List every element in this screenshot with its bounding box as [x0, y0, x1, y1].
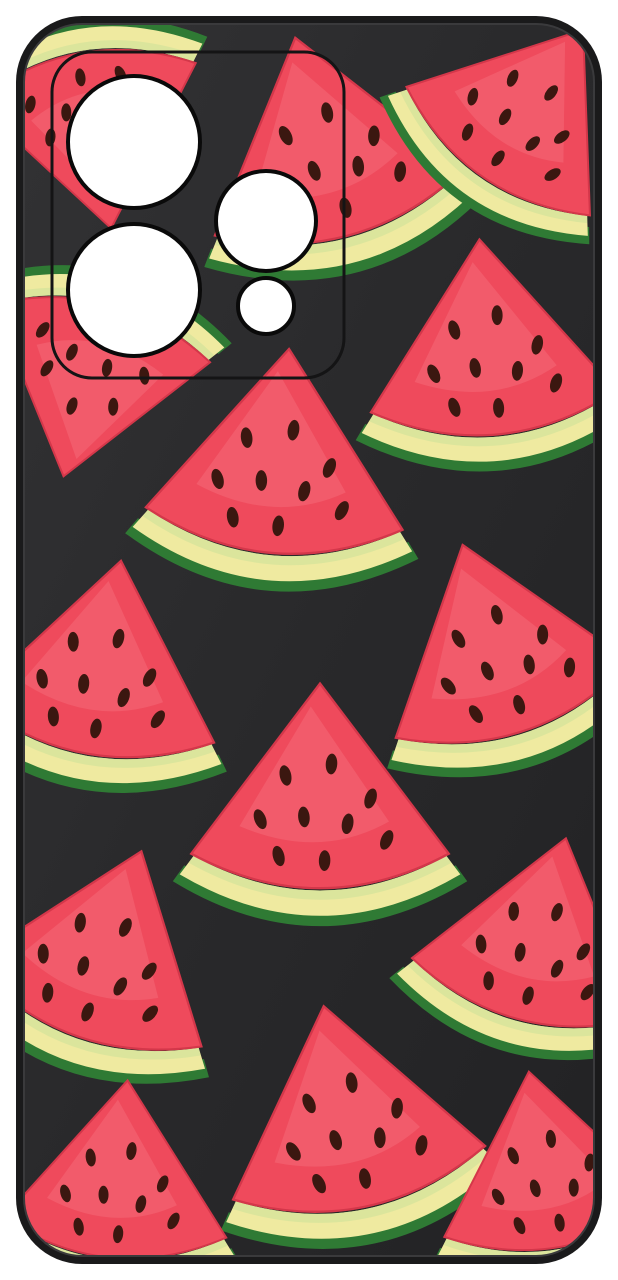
phone-case-product-image	[0, 0, 618, 1280]
flash-cutout	[236, 276, 296, 336]
main-camera-lens-cutout	[66, 74, 202, 210]
third-camera-lens-cutout	[214, 169, 318, 273]
phone-case	[16, 16, 617, 1264]
second-camera-lens-cutout	[66, 222, 202, 358]
watermelon-seed	[603, 1186, 617, 1206]
